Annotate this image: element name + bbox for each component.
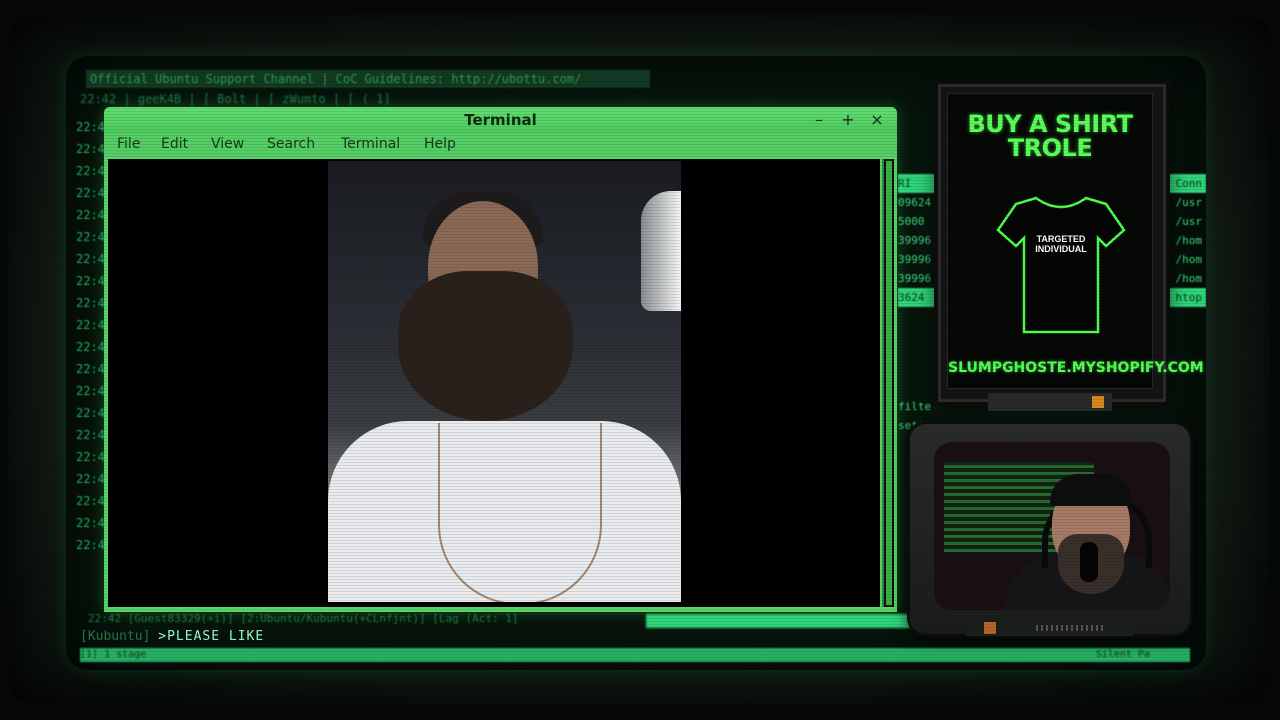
irc-command-text: >PLEASE LIKE: [158, 629, 265, 644]
terminal-body[interactable]: [108, 159, 880, 607]
irc-topic: Official Ubuntu Support Channel | CoC Gu…: [86, 70, 650, 88]
terminal-scrollbar[interactable]: [882, 159, 894, 607]
microphone-icon: [1080, 542, 1098, 582]
irc-nick-line: 22:42 | geeK4B | [ Bolt | [ zWumto | [ (…: [80, 92, 391, 106]
irc-timestamp: 22:4: [76, 516, 105, 530]
terminal-title: Terminal: [464, 111, 537, 129]
terminal-window: Terminal – + × File Edit View Search Ter…: [104, 107, 897, 612]
close-button[interactable]: ×: [867, 110, 887, 130]
right-row-left: 39996: [898, 272, 932, 285]
right-row-right: /usr: [1175, 196, 1203, 209]
irc-timestamp: 22:4: [76, 274, 105, 288]
irc-timestamp: 22:4: [76, 252, 105, 266]
right-row-left: 3624: [898, 291, 925, 304]
tv-base: [966, 620, 1134, 636]
ad-shop-url[interactable]: SLUMPGHOSTE.MYSHOPIFY.COM: [948, 360, 1204, 376]
right-row-left: 39996: [898, 234, 932, 247]
irc-timestamp: 22:4: [76, 296, 105, 310]
shirt-ad-inner: BUY A SHIRT TROLE TARGETED INDIVIDUAL SL…: [947, 93, 1204, 389]
terminal-menubar: File Edit View Search Terminal Help: [104, 133, 897, 157]
car-window: [641, 191, 681, 311]
irc-timestamp: 22:4: [76, 120, 105, 134]
menu-view[interactable]: View: [211, 136, 244, 152]
right-row-left: RI: [898, 177, 912, 190]
streamer-cap: [1050, 474, 1132, 506]
menu-terminal[interactable]: Terminal: [341, 136, 400, 152]
ad-title: BUY A SHIRT TROLE: [948, 112, 1152, 160]
right-row-right: htop: [1175, 291, 1203, 304]
irc-timestamp: 22:4: [76, 208, 105, 222]
ad-stand: [988, 393, 1112, 411]
right-row-left: 5000: [898, 215, 925, 228]
irc-timestamp: 22:4: [76, 186, 105, 200]
menu-help[interactable]: Help: [424, 136, 456, 152]
irc-timestamp-column: 22:4 22:4 22:4 22:4 22:4 22:4 22:4 22:4 22:4 22:4…: [76, 116, 105, 556]
tv-knob: [984, 622, 996, 634]
irc-bottom-left: [1] 1 stage: [80, 649, 147, 660]
tv-speaker-grill: [1036, 625, 1106, 631]
right-row-right: /hom: [1175, 272, 1203, 285]
irc-timestamp: 22:4: [76, 164, 105, 178]
irc-timestamp: 22:4: [76, 384, 105, 398]
menu-edit[interactable]: Edit: [161, 136, 188, 152]
person-beard: [398, 271, 573, 421]
irc-timestamp: 22:4: [76, 230, 105, 244]
menu-search[interactable]: Search: [267, 136, 315, 152]
person-necklace: [438, 423, 602, 602]
irc-timestamp: 22:4: [76, 538, 105, 552]
irc-timestamp: 22:4: [76, 494, 105, 508]
irc-bottom-bar: [1] 1 stage Silent Pa: [80, 648, 1190, 662]
minimize-button[interactable]: –: [809, 110, 829, 130]
right-row-right: /hom: [1175, 234, 1203, 247]
irc-bottom-right: Silent Pa: [1095, 649, 1150, 660]
right-row-left: 09624: [898, 196, 932, 209]
right-row-right: /hom: [1175, 253, 1203, 266]
shirt-text-line1: TARGETED: [1037, 234, 1086, 244]
irc-timestamp: 22:4: [76, 450, 105, 464]
shirt-ad-panel: BUY A SHIRT TROLE TARGETED INDIVIDUAL SL…: [938, 84, 1204, 402]
irc-timestamp: 22:4: [76, 362, 105, 376]
irc-input-line[interactable]: [Kubuntu] >PLEASE LIKE: [80, 628, 264, 646]
right-row-right: /usr: [1175, 215, 1203, 228]
irc-timestamp: 22:4: [76, 318, 105, 332]
irc-timestamp: 22:4: [76, 406, 105, 420]
maximize-button[interactable]: +: [838, 110, 858, 130]
ad-title-line2: TROLE: [1007, 134, 1093, 162]
irc-timestamp: 22:4: [76, 428, 105, 442]
stream-overlay: Official Ubuntu Support Channel | CoC Gu…: [0, 0, 1280, 720]
irc-timestamp: 22:4: [76, 142, 105, 156]
shirt-text-line2: INDIVIDUAL: [1035, 244, 1087, 254]
irc-prompt: [Kubuntu]: [80, 629, 151, 644]
terminal-titlebar[interactable]: Terminal – + ×: [104, 107, 897, 133]
ad-led: [1092, 396, 1104, 408]
irc-timestamp: 22:4: [76, 472, 105, 486]
menu-file[interactable]: File: [117, 136, 140, 152]
irc-timestamp: 22:4: [76, 340, 105, 354]
ad-title-line1: BUY A SHIRT: [967, 110, 1133, 138]
tshirt-icon: TARGETED INDIVIDUAL: [996, 196, 1126, 334]
right-row-left: 39996: [898, 253, 932, 266]
webcam-tv: [910, 424, 1190, 636]
webcam-feed: [934, 442, 1170, 610]
video-clip: [328, 161, 681, 602]
right-row-right: Conn: [1175, 177, 1203, 190]
scrollbar-thumb[interactable]: [886, 161, 892, 605]
